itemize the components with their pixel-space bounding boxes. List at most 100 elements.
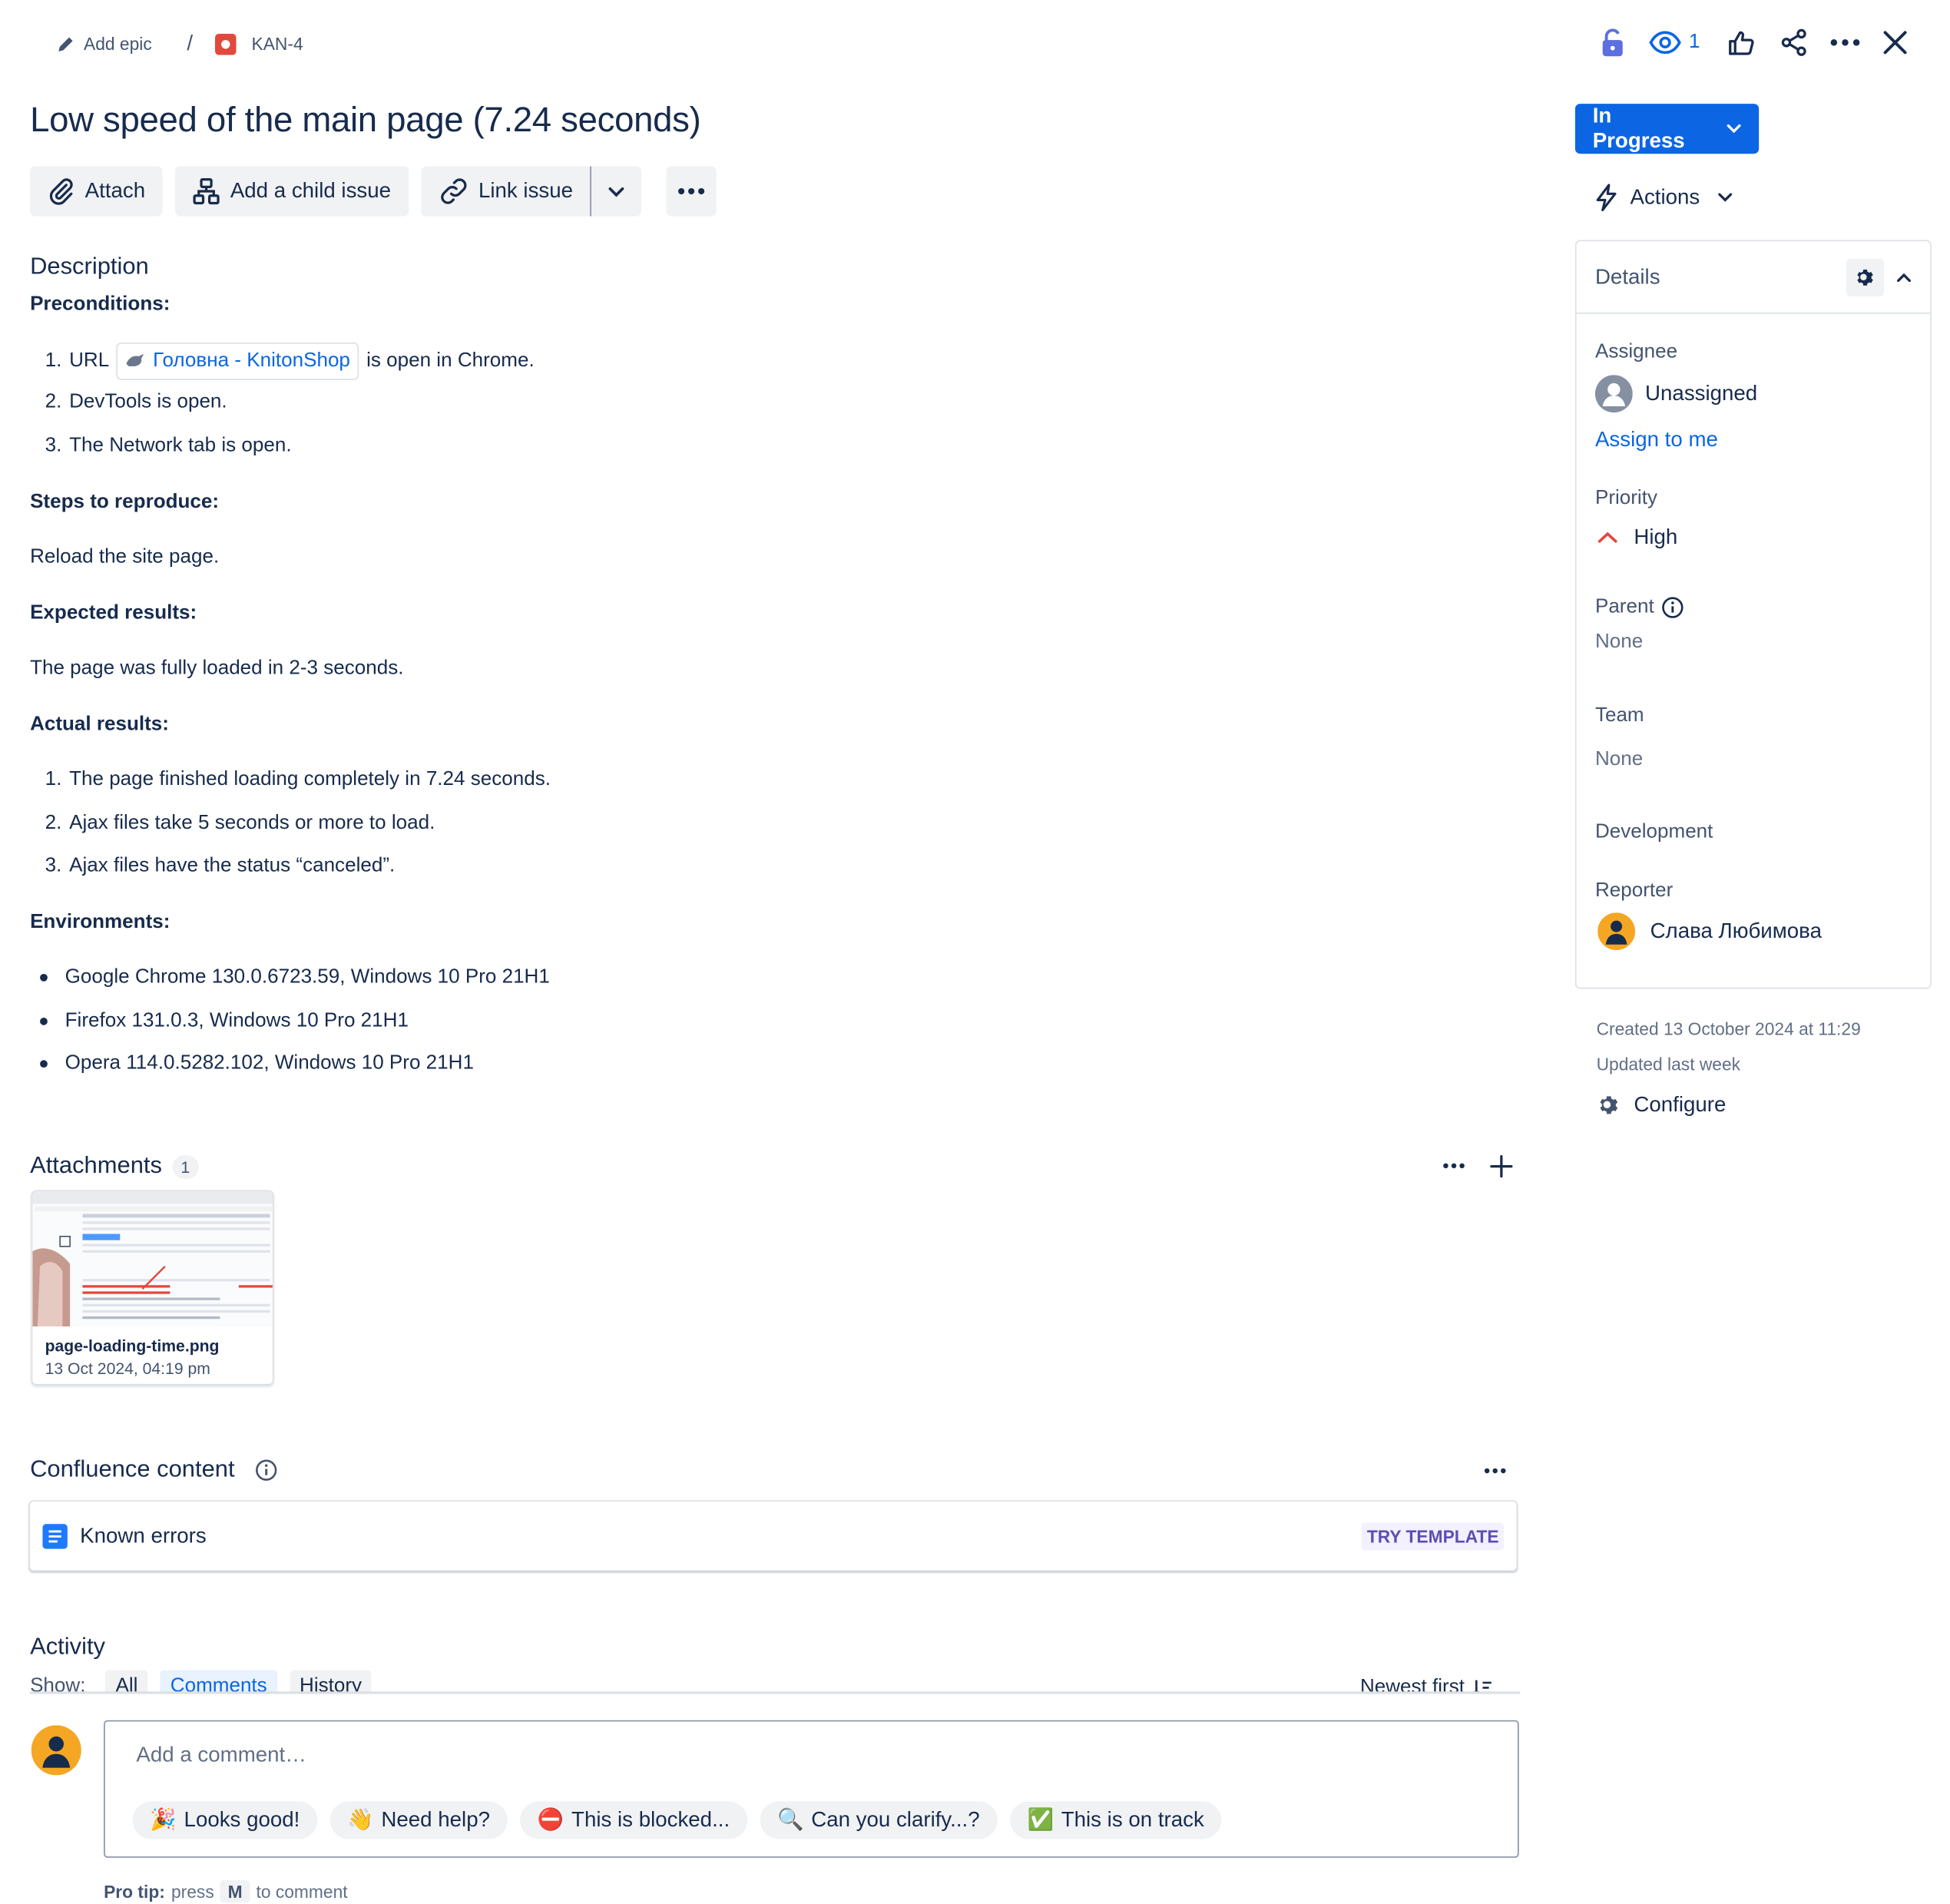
hierarchy-icon [193,177,220,205]
quick-reply-looks-good[interactable]: 🎉 Looks good! [132,1801,318,1839]
team-label: Team [1594,705,1644,727]
precondition-item-3: 3. The Network tab is open. [45,435,292,457]
keyboard-key: M [220,1880,250,1903]
confluence-more-icon[interactable] [1484,1468,1506,1474]
try-template-badge[interactable]: TRY TEMPLATE [1362,1522,1505,1550]
attachment-date: 13 Oct 2024, 04:19 pm [45,1359,210,1378]
gear-icon[interactable] [1846,258,1884,296]
parent-value[interactable]: None [1595,631,1643,654]
quick-reply-label: Looks good! [184,1807,300,1832]
attachments-header: Attachments 1 [30,1153,199,1180]
tab-comments[interactable]: Comments [160,1670,277,1693]
reporter-field[interactable]: Слава Любимова [1597,912,1822,951]
confluence-heading: Confluence content [30,1456,235,1483]
configure-label: Configure [1634,1092,1727,1117]
add-child-label: Add a child issue [230,178,392,203]
info-icon[interactable] [1661,596,1683,618]
list-text: Google Chrome 130.0.6723.59, Windows 10 … [65,966,550,988]
list-number: 3. [45,435,62,457]
env-item-1: Google Chrome 130.0.6723.59, Windows 10 … [40,966,550,988]
link-icon [439,177,468,207]
close-icon[interactable] [1882,30,1908,55]
lightning-icon [1595,184,1617,211]
status-button[interactable]: In Progress [1574,104,1760,154]
confluence-item-title: Known errors [80,1523,207,1548]
wave-icon: 👋 [347,1807,374,1832]
actions-button[interactable]: Actions [1595,181,1733,214]
quick-reply-on-track[interactable]: ✅ This is on track [1009,1801,1222,1839]
watch-count: 1 [1689,31,1700,53]
quick-reply-clarify[interactable]: 🔍 Can you clarify...? [760,1801,998,1839]
assign-to-me-link[interactable]: Assign to me [1595,428,1718,453]
bullet [40,1017,48,1025]
comment-box[interactable]: Add a comment… 🎉 Looks good! 👋 Need help… [104,1720,1519,1858]
reporter-avatar [1597,912,1636,951]
watch-button[interactable]: 1 [1649,30,1700,55]
smart-link[interactable]: Головна - KnitonShop [116,342,359,380]
environments-label: Environments: [30,911,171,933]
chevron-down-icon [1727,124,1742,134]
quick-reply-label: Can you clarify...? [811,1807,980,1832]
info-icon[interactable] [255,1459,277,1482]
tab-history[interactable]: History [289,1670,372,1693]
list-text: Firefox 131.0.3, Windows 10 Pro 21H1 [65,1010,409,1031]
list-text: DevTools is open. [69,391,227,413]
url-suffix: is open in Chrome. [366,349,535,372]
list-number: 3. [45,855,62,877]
screenshot-thumbnail-icon [32,1191,273,1326]
link-issue-dropdown[interactable] [591,166,641,216]
details-title: Details [1594,264,1660,289]
unassigned-avatar-icon [1594,375,1633,413]
add-attachment-icon[interactable] [1490,1154,1513,1178]
assignee-field[interactable]: Unassigned [1594,375,1758,413]
configure-button[interactable]: Configure [1597,1092,1727,1118]
team-value[interactable]: None [1595,749,1643,771]
quick-reply-need-help[interactable]: 👋 Need help? [329,1801,508,1839]
link-issue-button[interactable]: Link issue [421,166,591,216]
attachment-card[interactable]: page-loading-time.png 13 Oct 2024, 04:19… [31,1190,274,1386]
issue-toolbar: Attach Add a child issue Link issue [30,166,717,217]
quick-reply-label: This is on track [1061,1807,1204,1832]
link-issue-label: Link issue [478,178,574,203]
list-number: 2. [45,391,62,413]
priority-high-icon [1597,531,1617,544]
assignee-value: Unassigned [1645,381,1758,406]
thumbs-up-icon[interactable] [1727,28,1755,56]
unlock-icon[interactable] [1594,28,1631,58]
list-text: The page finished loading completely in … [69,769,551,790]
actual-item-3: 3. Ajax files have the status “canceled”… [45,855,396,877]
add-epic-link[interactable]: Add epic [56,34,152,54]
pro-tip: Pro tip: press M to comment [104,1880,348,1903]
comment-placeholder: Add a comment… [136,1743,306,1767]
issue-title[interactable]: Low speed of the main page (7.24 seconds… [30,100,701,140]
sort-button[interactable]: Newest first [1360,1677,1492,1693]
list-text: Ajax files have the status “canceled”. [69,855,396,877]
more-icon[interactable] [1830,38,1860,46]
confluence-item[interactable]: Known errors TRY TEMPLATE [28,1500,1518,1572]
pencil-icon [56,35,74,53]
tab-all[interactable]: All [105,1670,148,1693]
details-header[interactable]: Details [1576,241,1931,314]
quick-reply-label: Need help? [381,1807,490,1832]
quick-reply-blocked[interactable]: ⛔ This is blocked... [520,1801,747,1839]
add-child-issue-button[interactable]: Add a child issue [175,166,409,217]
development-label: Development [1594,821,1713,843]
chevron-up-icon[interactable] [1896,272,1912,282]
more-actions-button[interactable] [667,166,717,217]
attachments-more-icon[interactable] [1442,1163,1465,1169]
list-text: The Network tab is open. [69,435,292,457]
paperclip-icon [48,177,75,205]
document-icon [42,1523,68,1548]
share-icon[interactable] [1780,28,1808,56]
pro-tip-label: Pro tip: [104,1881,165,1902]
env-item-3: Opera 114.0.5282.102, Windows 10 Pro 21H… [40,1053,474,1075]
eye-icon [1649,30,1681,55]
issue-key-link[interactable]: KAN-4 [252,34,303,54]
priority-field[interactable]: High [1597,525,1677,551]
attach-button[interactable]: Attach [30,166,163,217]
breadcrumb: Add epic / KAN-4 [56,30,303,58]
show-label: Show: [30,1675,86,1693]
quick-replies: 🎉 Looks good! 👋 Need help? ⛔ This is blo… [132,1801,1222,1839]
sort-icon [1472,1679,1492,1693]
parent-label-row: Parent [1595,596,1684,618]
